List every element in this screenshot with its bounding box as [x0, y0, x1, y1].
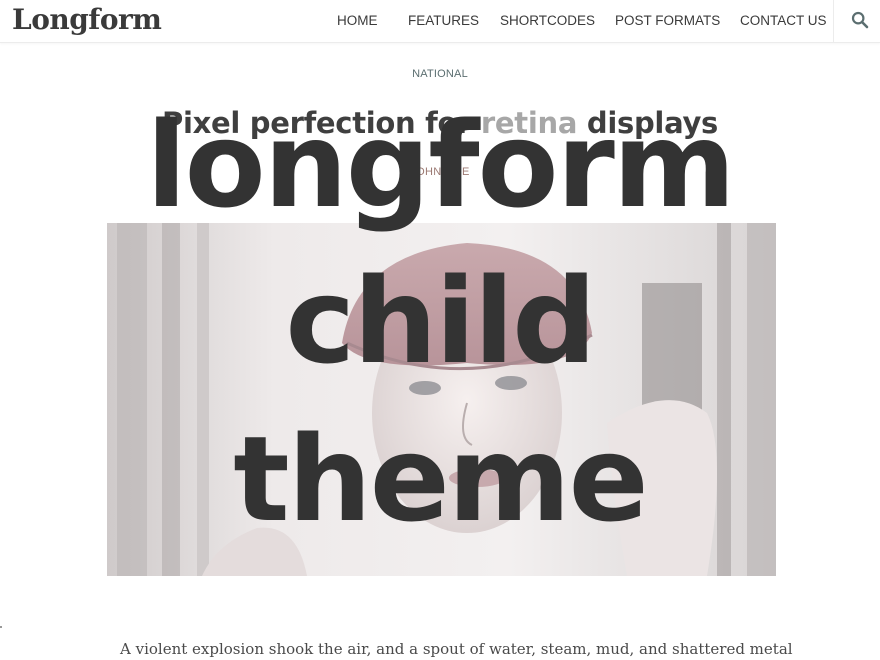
post-title: Pixel perfection for retina displays: [0, 106, 880, 140]
post-title-part2: displays: [577, 106, 719, 140]
search-icon[interactable]: [851, 11, 869, 29]
decorative-dot: [0, 626, 2, 628]
site-header: Longform HOME FEATURES SHORTCODES POST F…: [0, 0, 880, 43]
nav-shortcodes[interactable]: SHORTCODES: [500, 13, 595, 28]
search-button[interactable]: [833, 0, 880, 42]
post-title-part1: Pixel perfection for: [161, 106, 481, 140]
post-body-paragraph: A violent explosion shook the air, and a…: [120, 640, 793, 658]
nav-post-formats[interactable]: POST FORMATS: [615, 13, 720, 28]
nav-home[interactable]: HOME: [337, 13, 378, 28]
post-category[interactable]: NATIONAL: [0, 68, 880, 80]
post-author[interactable]: JOHN DOE: [0, 166, 880, 178]
featured-image-photo: [107, 223, 776, 576]
featured-image: [107, 223, 776, 576]
post-title-highlight: retina: [480, 106, 578, 140]
nav-contact-us[interactable]: CONTACT US: [740, 13, 827, 28]
site-logo[interactable]: Longform: [12, 3, 162, 36]
nav-features[interactable]: FEATURES: [408, 13, 479, 28]
